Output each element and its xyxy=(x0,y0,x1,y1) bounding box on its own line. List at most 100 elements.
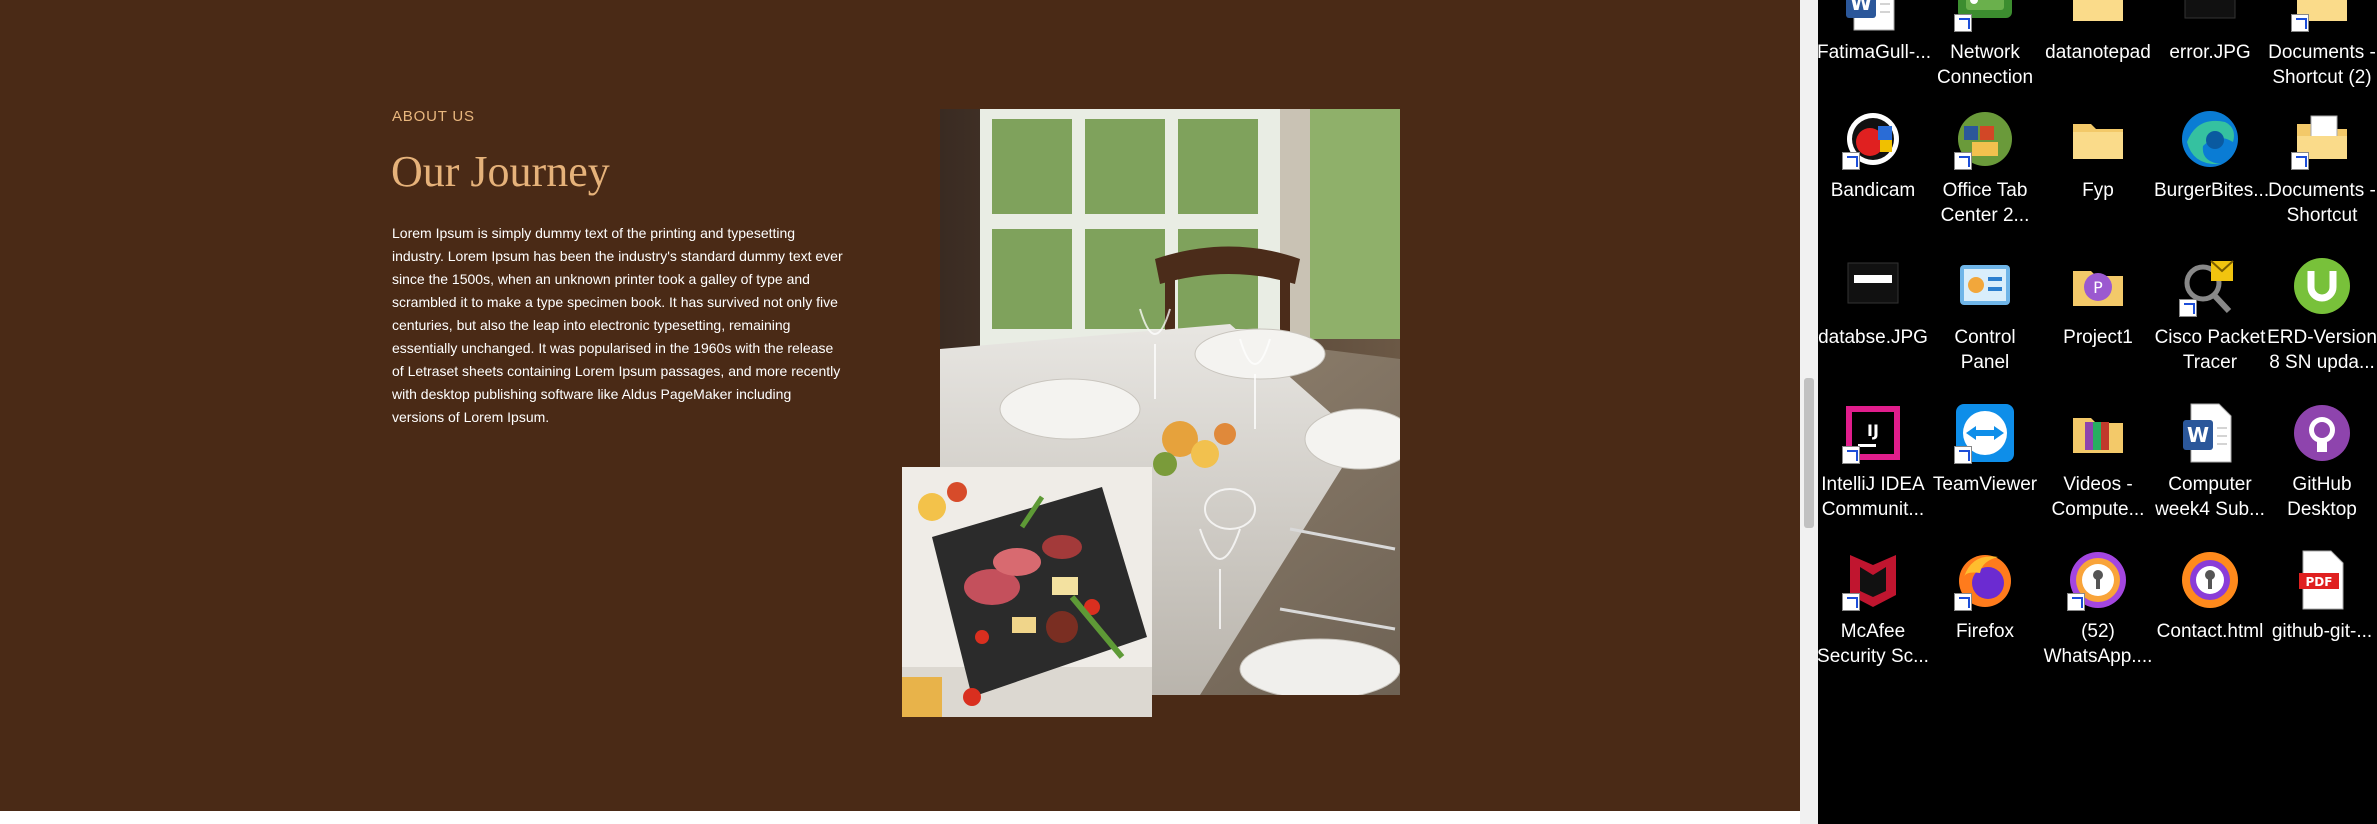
word-document-icon: W xyxy=(1840,0,1906,34)
desktop-shortcut[interactable]: databse.JPG xyxy=(1817,253,1929,350)
desktop-shortcut-label: error.JPG xyxy=(2169,42,2251,63)
desktop-shortcut-label: ERD-Version 8 SN upda... xyxy=(2267,327,2377,373)
image-file-icon xyxy=(2177,0,2243,34)
desktop-shortcut-label: BurgerBites... xyxy=(2154,180,2270,201)
shortcut-arrow-icon xyxy=(1842,446,1860,464)
desktop-shortcut-label: Firefox xyxy=(1955,621,2015,642)
html-file-icon xyxy=(2177,547,2243,613)
office-tab-icon xyxy=(1952,106,2018,172)
desktop-shortcut-label: Bandicam xyxy=(1830,180,1916,201)
shortcut-arrow-icon xyxy=(2291,14,2309,32)
charcuterie-photo xyxy=(902,467,1152,717)
shortcut-arrow-icon xyxy=(1954,14,1972,32)
shortcut-arrow-icon xyxy=(2179,299,2197,317)
desktop-shortcut[interactable]: GitHub Desktop xyxy=(2266,400,2377,522)
shortcut-arrow-icon xyxy=(1954,152,1972,170)
desktop-shortcut-label: Documents - Shortcut xyxy=(2268,180,2376,226)
desktop-shortcut[interactable]: TeamViewer xyxy=(1929,400,2041,497)
svg-text:W: W xyxy=(2187,423,2209,447)
shortcut-arrow-icon xyxy=(1954,446,1972,464)
whatsapp-web-icon xyxy=(2065,547,2131,613)
pdf-file-icon: PDF xyxy=(2289,547,2355,613)
windows-desktop: W FatimaGull-... Network Connection datanot… xyxy=(1817,0,2377,824)
desktop-shortcut[interactable]: BurgerBites... xyxy=(2154,106,2270,203)
word-document-icon: W xyxy=(2177,400,2243,466)
vertical-scrollbar[interactable] xyxy=(1800,0,1818,824)
desktop-shortcut[interactable]: W FatimaGull-... xyxy=(1817,0,1932,65)
shortcut-arrow-icon xyxy=(1842,152,1860,170)
desktop-shortcut-label: Videos - Compute... xyxy=(2051,474,2145,520)
desktop-shortcut-label: Computer week4 Sub... xyxy=(2155,474,2265,520)
winrar-icon xyxy=(2065,400,2131,466)
about-section: ABOUT US Our Journey Lorem Ipsum is simp… xyxy=(0,0,1800,811)
section-title: Our Journey xyxy=(391,147,610,196)
svg-text:P: P xyxy=(2093,278,2103,297)
desktop-shortcut[interactable]: Documents - Shortcut xyxy=(2266,106,2377,228)
teamviewer-icon xyxy=(1952,400,2018,466)
desktop-shortcut[interactable]: Office Tab Center 2... xyxy=(1929,106,2041,228)
utorrent-icon xyxy=(2289,253,2355,319)
desktop-shortcut[interactable]: Cisco Packet Tracer xyxy=(2154,253,2266,375)
desktop-shortcut-label: Cisco Packet Tracer xyxy=(2154,327,2266,373)
scrollbar-thumb[interactable] xyxy=(1804,378,1814,528)
desktop-shortcut-label: Fyp xyxy=(2082,180,2114,201)
desktop-shortcut-label: (52) WhatsApp.... xyxy=(2043,621,2153,667)
desktop-shortcut-label: FatimaGull-... xyxy=(1817,42,1932,63)
folder-icon xyxy=(2065,0,2131,34)
folder-shortcut-icon xyxy=(2289,0,2355,34)
image-file-icon xyxy=(1840,253,1906,319)
desktop-shortcut-label: github-git-... xyxy=(2271,621,2373,642)
desktop-shortcut[interactable]: W Computer week4 Sub... xyxy=(2154,400,2266,522)
edge-icon xyxy=(2177,106,2243,172)
desktop-shortcut[interactable]: Firefox xyxy=(1929,547,2041,644)
desktop-shortcut[interactable]: error.JPG xyxy=(2154,0,2266,65)
desktop-shortcut-label: Project1 xyxy=(2063,327,2133,348)
section-eyebrow: ABOUT US xyxy=(392,108,475,125)
desktop-shortcut-label: Contact.html xyxy=(2156,621,2264,642)
cisco-packet-tracer-icon xyxy=(2177,253,2243,319)
desktop-shortcut[interactable]: IJ IntelliJ IDEA Communit... xyxy=(1817,400,1929,522)
folder-shortcut-icon xyxy=(2289,106,2355,172)
desktop-shortcut[interactable]: Documents - Shortcut (2) xyxy=(2266,0,2377,90)
desktop-shortcut[interactable]: PDF github-git-... xyxy=(2266,547,2377,644)
desktop-shortcut-label: GitHub Desktop xyxy=(2287,474,2357,520)
desktop-shortcut-label: Control Panel xyxy=(1954,327,2016,373)
desktop-shortcut-label: datanotepad xyxy=(2045,42,2151,63)
svg-text:IJ: IJ xyxy=(1867,421,1879,440)
desktop-shortcut-label: Office Tab Center 2... xyxy=(1940,180,2030,226)
desktop-shortcut-label: Documents - Shortcut (2) xyxy=(2268,42,2376,88)
bandicam-icon xyxy=(1840,106,1906,172)
shortcut-arrow-icon xyxy=(2067,593,2085,611)
desktop-shortcut[interactable]: Videos - Compute... xyxy=(2042,400,2154,522)
intellij-icon: IJ xyxy=(1840,400,1906,466)
desktop-shortcut[interactable]: Control Panel xyxy=(1929,253,2041,375)
network-connection-icon xyxy=(1952,0,2018,34)
svg-text:W: W xyxy=(1850,0,1872,15)
desktop-shortcut[interactable]: Contact.html xyxy=(2154,547,2266,644)
svg-text:PDF: PDF xyxy=(2306,575,2333,589)
shortcut-arrow-icon xyxy=(1954,593,1972,611)
desktop-shortcut[interactable]: McAfee Security Sc... xyxy=(1817,547,1929,669)
shortcut-arrow-icon xyxy=(1842,593,1860,611)
desktop-shortcut-label: Network Connection xyxy=(1936,42,2034,88)
mcafee-icon xyxy=(1840,547,1906,613)
desktop-shortcut-label: IntelliJ IDEA Communit... xyxy=(1821,474,1925,520)
desktop-shortcut[interactable]: ERD-Version 8 SN upda... xyxy=(2266,253,2377,375)
desktop-shortcut-label: databse.JPG xyxy=(1818,327,1928,348)
github-desktop-icon xyxy=(2289,400,2355,466)
desktop-shortcut[interactable]: Bandicam xyxy=(1817,106,1929,203)
desktop-shortcut[interactable]: P Project1 xyxy=(2042,253,2154,350)
folder-icon xyxy=(2065,106,2131,172)
desktop-shortcut-label: McAfee Security Sc... xyxy=(1817,621,1929,667)
desktop-shortcut-label: TeamViewer xyxy=(1932,474,2038,495)
section-body-text: Lorem Ipsum is simply dummy text of the … xyxy=(392,225,843,425)
project-icon: P xyxy=(2065,253,2131,319)
desktop-shortcut[interactable]: Network Connection xyxy=(1929,0,2041,90)
desktop-shortcut[interactable]: Fyp xyxy=(2042,106,2154,203)
desktop-shortcut[interactable]: datanotepad xyxy=(2042,0,2154,65)
firefox-icon xyxy=(1952,547,2018,613)
shortcut-arrow-icon xyxy=(2291,152,2309,170)
desktop-shortcut[interactable]: (52) WhatsApp.... xyxy=(2042,547,2154,669)
browser-viewport: ABOUT US Our Journey Lorem Ipsum is simp… xyxy=(0,0,1818,824)
control-panel-icon xyxy=(1952,253,2018,319)
